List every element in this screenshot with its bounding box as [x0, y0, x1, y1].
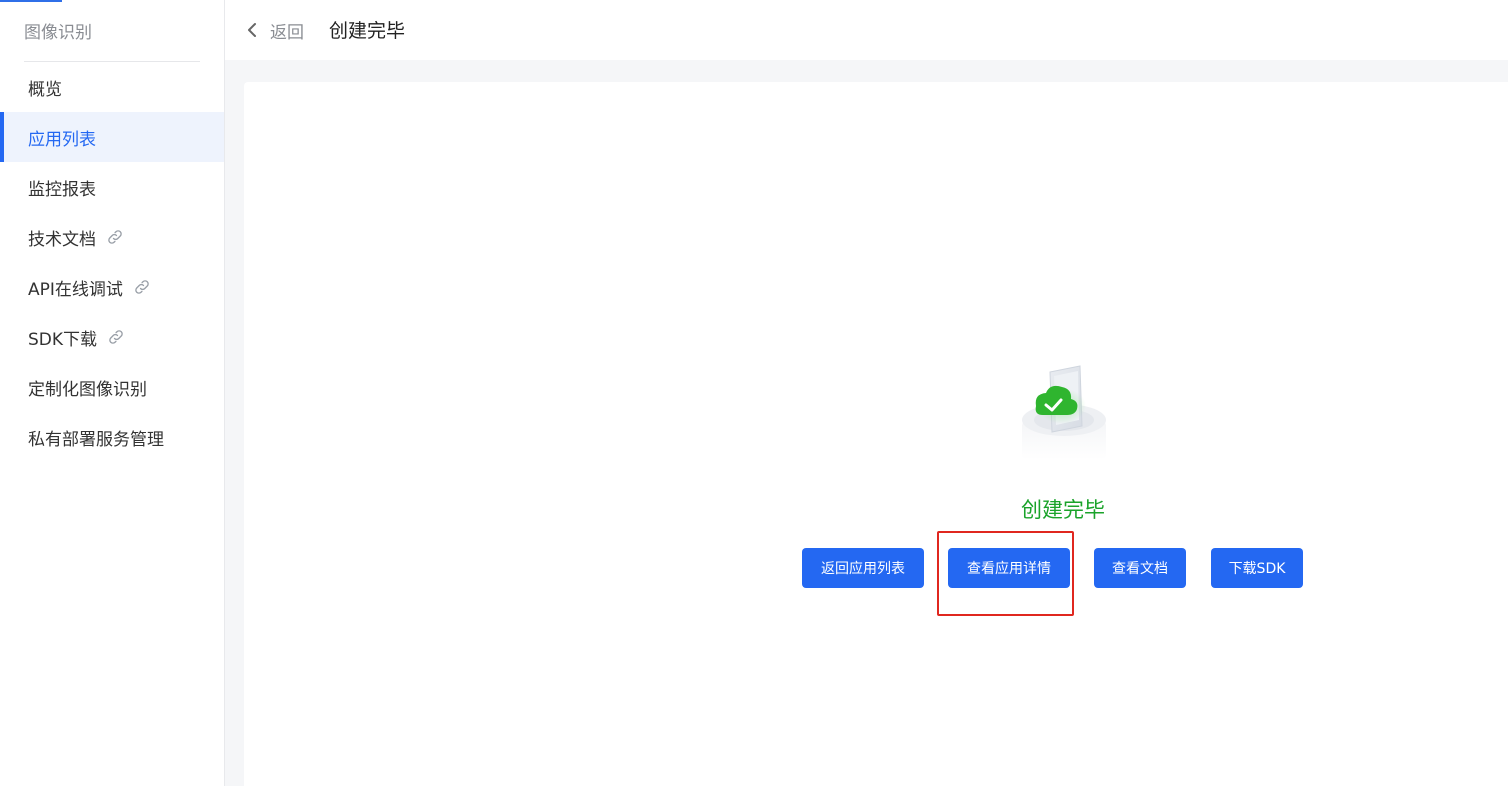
sidebar-item-label: 私有部署服务管理 [28, 429, 164, 450]
top-accent-bar [0, 0, 62, 2]
view-docs-button[interactable]: 查看文档 [1094, 548, 1186, 588]
sidebar-item-label: 定制化图像识别 [28, 379, 147, 400]
sidebar-item-private-deployment[interactable]: 私有部署服务管理 [0, 412, 224, 462]
sidebar-title: 图像识别 [24, 23, 92, 43]
page-header [225, 0, 1508, 60]
sidebar-item-label: 应用列表 [28, 129, 96, 150]
sidebar-item-overview[interactable]: 概览 [0, 62, 224, 112]
sidebar-item-label: 监控报表 [28, 179, 96, 200]
sidebar: 图像识别 概览 应用列表 监控报表 技术文档 API在线调试 SDK下载 定制化… [0, 0, 225, 786]
sidebar-item-label: 概览 [28, 79, 62, 100]
sidebar-nav: 概览 应用列表 监控报表 技术文档 API在线调试 SDK下载 定制化图像识别 … [0, 62, 224, 462]
link-icon [109, 330, 123, 344]
link-icon [108, 230, 122, 244]
page-title: 创建完毕 [329, 20, 406, 42]
sidebar-item-custom-recognition[interactable]: 定制化图像识别 [0, 362, 224, 412]
sidebar-item-api-debug[interactable]: API在线调试 [0, 262, 224, 312]
highlight-annotation-box [937, 531, 1074, 616]
sidebar-item-monitoring-report[interactable]: 监控报表 [0, 162, 224, 212]
sidebar-item-label: 技术文档 [28, 229, 96, 250]
chevron-left-icon[interactable] [244, 20, 260, 40]
sidebar-item-tech-docs[interactable]: 技术文档 [0, 212, 224, 262]
back-to-list-button[interactable]: 返回应用列表 [802, 548, 924, 588]
sidebar-item-sdk-download[interactable]: SDK下载 [0, 312, 224, 362]
link-icon [135, 280, 149, 294]
success-title: 创建完毕 [1021, 498, 1105, 522]
sidebar-item-label: SDK下载 [28, 329, 98, 350]
main-card [244, 82, 1508, 786]
cloud-check-icon [1022, 365, 1106, 460]
back-link[interactable]: 返回 [270, 18, 304, 43]
sidebar-item-label: API在线调试 [28, 279, 123, 300]
download-sdk-button[interactable]: 下载SDK [1211, 548, 1303, 588]
sidebar-item-app-list[interactable]: 应用列表 [0, 112, 224, 162]
